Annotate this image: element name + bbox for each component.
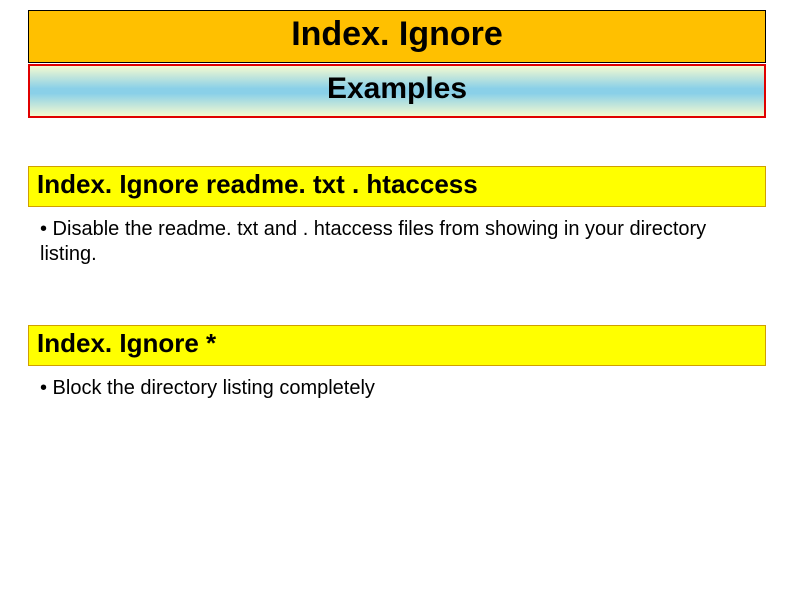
- slide-subtitle: Examples: [28, 64, 766, 118]
- example-1-header-text: Index. Ignore readme. txt . htaccess: [37, 169, 478, 199]
- example-2-header: Index. Ignore *: [28, 325, 766, 366]
- example-2-description: • Block the directory listing completely: [28, 366, 766, 401]
- slide-title: Index. Ignore: [28, 10, 766, 63]
- example-2-header-text: Index. Ignore *: [37, 328, 216, 358]
- slide-subtitle-text: Examples: [327, 72, 467, 105]
- example-1-description: • Disable the readme. txt and . htaccess…: [28, 207, 766, 267]
- example-1-header: Index. Ignore readme. txt . htaccess: [28, 166, 766, 207]
- slide-title-text: Index. Ignore: [291, 15, 503, 53]
